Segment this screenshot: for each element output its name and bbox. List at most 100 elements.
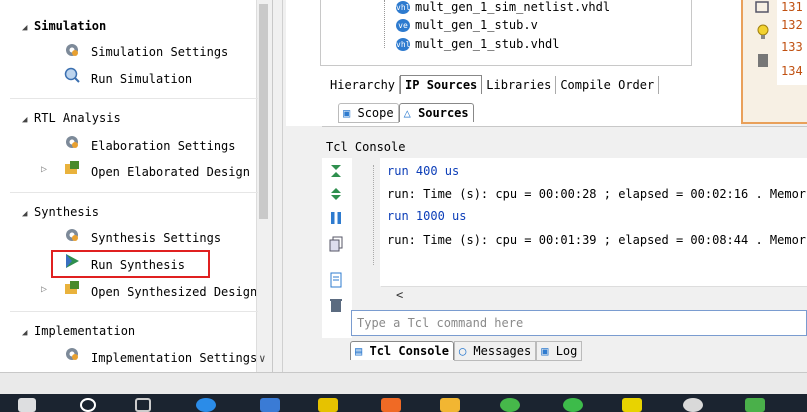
gear-icon <box>66 136 78 148</box>
file-item[interactable]: mult_gen_1_sim_netlist.vhdl <box>415 0 610 14</box>
sources-tabs: Hierarchy IP Sources Libraries Compile Orde… <box>326 75 660 94</box>
nav-item-synthesis-settings[interactable]: Synthesis Settings <box>91 231 221 245</box>
collapse-triangle-icon[interactable]: ◢ <box>22 23 34 33</box>
highlight-box <box>51 250 210 278</box>
verilog-file-icon: ve <box>396 19 410 32</box>
folder-icon[interactable] <box>440 398 460 412</box>
tab-hierarchy[interactable]: Hierarchy <box>326 76 401 94</box>
nav-item-open-synthesized-design[interactable]: Open Synthesized Design <box>91 285 256 299</box>
expand-triangle-icon[interactable]: ▷ <box>41 164 47 175</box>
nav-item-open-elaborated-design[interactable]: Open Elaborated Design <box>91 165 250 179</box>
nav-item-run-simulation[interactable]: Run Simulation <box>91 72 192 86</box>
section-divider <box>10 192 258 193</box>
console-horizontal-scrollbar[interactable] <box>381 286 807 303</box>
tab-ip-sources[interactable]: IP Sources <box>400 75 483 94</box>
scroll-down-icon[interactable]: ∨ <box>259 352 266 365</box>
section-implementation[interactable]: ◢ Implementation <box>22 324 135 338</box>
tab-log-label: Log <box>555 344 578 358</box>
status-bar <box>0 372 807 395</box>
line-number: 131 <box>781 0 803 14</box>
search-icon[interactable] <box>80 398 96 412</box>
app-icon[interactable] <box>318 398 338 412</box>
tcl-console-title: Tcl Console <box>326 140 406 154</box>
console-line: run: Time (s): cpu = 00:00:28 ; elapsed … <box>387 187 807 201</box>
app-icon[interactable] <box>683 398 703 412</box>
app-icon[interactable] <box>622 398 642 412</box>
expand-triangle-icon[interactable]: ▷ <box>41 284 47 295</box>
section-synthesis[interactable]: ◢ Synthesis <box>22 205 99 219</box>
section-label: RTL Analysis <box>34 111 121 125</box>
open-design-icon <box>65 281 79 294</box>
section-rtl-analysis[interactable]: ◢ RTL Analysis <box>22 111 121 125</box>
sources-icon: △ <box>403 106 411 120</box>
console-tabs: ▤ Tcl Console ◯ Messages ▣ Log <box>350 341 583 361</box>
document-icon[interactable] <box>328 272 344 288</box>
app-icon[interactable] <box>381 398 401 412</box>
console-line: run: Time (s): cpu = 00:01:39 ; elapsed … <box>387 233 807 247</box>
tab-compile-order[interactable]: Compile Order <box>556 76 660 94</box>
nav-item-simulation-settings[interactable]: Simulation Settings <box>91 45 228 59</box>
tree-guide-line <box>384 0 386 48</box>
vhdl-file-icon: vhl <box>396 38 411 51</box>
nav-item-elaboration-settings[interactable]: Elaboration Settings <box>91 139 236 153</box>
tab-libraries[interactable]: Libraries <box>482 76 557 94</box>
console-line: run 1000 us <box>387 209 467 223</box>
console-divider <box>322 126 807 127</box>
magnifier-icon <box>64 67 80 83</box>
tab-scope-label: Scope <box>357 106 394 120</box>
log-icon: ▣ <box>541 344 549 358</box>
nav-item-implementation-settings[interactable]: Implementation Settings <box>91 351 256 365</box>
edge-browser-icon[interactable] <box>196 398 216 412</box>
copy-icon[interactable] <box>328 236 344 252</box>
tab-scope[interactable]: ▣ Scope <box>338 103 399 123</box>
collapse-all-icon[interactable] <box>328 163 344 179</box>
tab-sources[interactable]: △ Sources <box>398 103 474 122</box>
scroll-left-icon[interactable]: < <box>396 288 403 302</box>
tcl-command-input[interactable]: Type a Tcl command here <box>351 310 807 336</box>
file-item[interactable]: mult_gen_1_stub.v <box>415 18 538 32</box>
task-view-icon[interactable] <box>135 398 151 412</box>
section-simulation[interactable]: ◢ Simulation <box>22 19 106 33</box>
hierarchy-icon: ▣ <box>343 106 351 120</box>
tab-tcl-console[interactable]: ▤ Tcl Console <box>350 341 454 360</box>
gear-icon <box>66 348 78 360</box>
line-number: 132 <box>781 18 803 32</box>
trash-icon[interactable] <box>328 297 344 313</box>
navigator-scrollbar-thumb[interactable] <box>259 4 268 219</box>
hierarchy-icon[interactable] <box>754 0 770 16</box>
app-icon[interactable] <box>500 398 520 412</box>
app-icon[interactable] <box>260 398 280 412</box>
section-label: Simulation <box>34 19 107 33</box>
lightbulb-icon[interactable] <box>755 24 771 40</box>
vhdl-file-icon: vhl <box>396 1 411 14</box>
collapse-triangle-icon[interactable]: ◢ <box>22 328 34 338</box>
gear-icon <box>66 229 78 241</box>
collapse-triangle-icon[interactable]: ◢ <box>22 115 34 125</box>
tab-log[interactable]: ▣ Log <box>536 341 583 361</box>
gear-icon <box>66 44 78 56</box>
app-icon[interactable] <box>563 398 583 412</box>
panel-splitter[interactable] <box>282 0 283 372</box>
console-icon: ▤ <box>355 344 363 358</box>
view-tabs: ▣ Scope △ Sources <box>338 103 474 123</box>
line-number: 133 <box>781 40 803 54</box>
windows-start-icon[interactable] <box>18 398 36 412</box>
message-icon: ◯ <box>458 344 467 358</box>
section-label: Implementation <box>34 324 136 338</box>
pause-icon[interactable] <box>328 210 344 226</box>
console-line: run 400 us <box>387 164 460 178</box>
expand-all-icon[interactable] <box>328 186 344 202</box>
tab-tcl-console-label: Tcl Console <box>369 344 449 358</box>
section-divider <box>10 98 258 99</box>
tab-messages[interactable]: ◯ Messages <box>453 341 537 361</box>
line-number: 134 <box>781 64 803 78</box>
chip-icon[interactable] <box>755 52 771 68</box>
tab-sources-label: Sources <box>418 106 469 120</box>
tab-messages-label: Messages <box>473 344 532 358</box>
section-label: Synthesis <box>34 205 100 219</box>
section-divider <box>10 311 258 312</box>
file-item[interactable]: mult_gen_1_stub.vhdl <box>415 37 560 51</box>
open-design-icon <box>65 161 79 174</box>
app-icon[interactable] <box>745 398 765 412</box>
collapse-triangle-icon[interactable]: ◢ <box>22 209 34 219</box>
